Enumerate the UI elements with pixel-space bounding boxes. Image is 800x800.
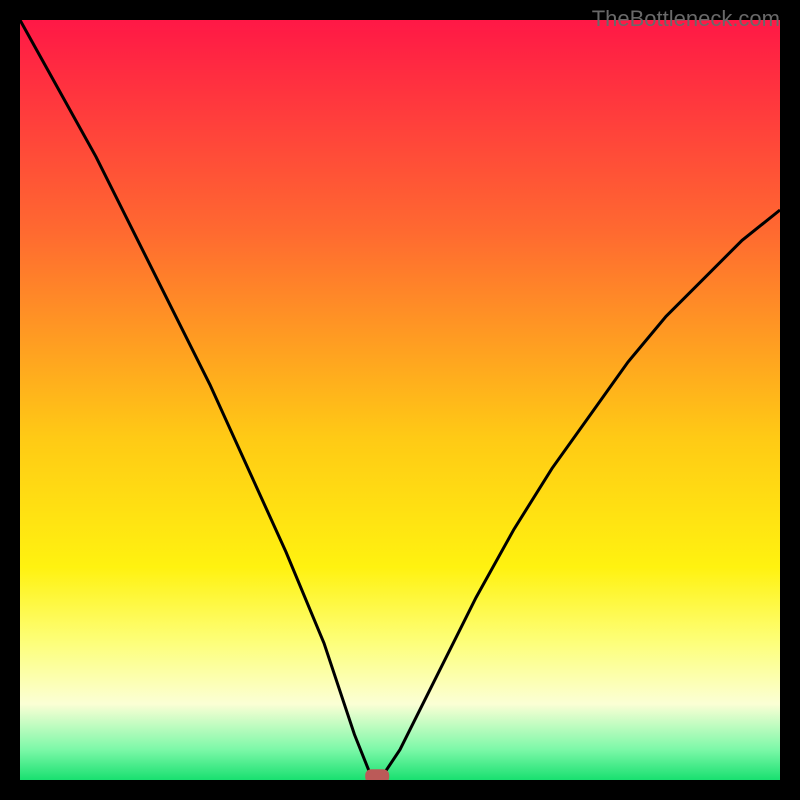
watermark-text: TheBottleneck.com [592,6,780,32]
chart-plot-area [20,20,780,780]
chart-background [20,20,780,780]
optimal-marker [365,769,389,780]
bottleneck-chart-svg [20,20,780,780]
